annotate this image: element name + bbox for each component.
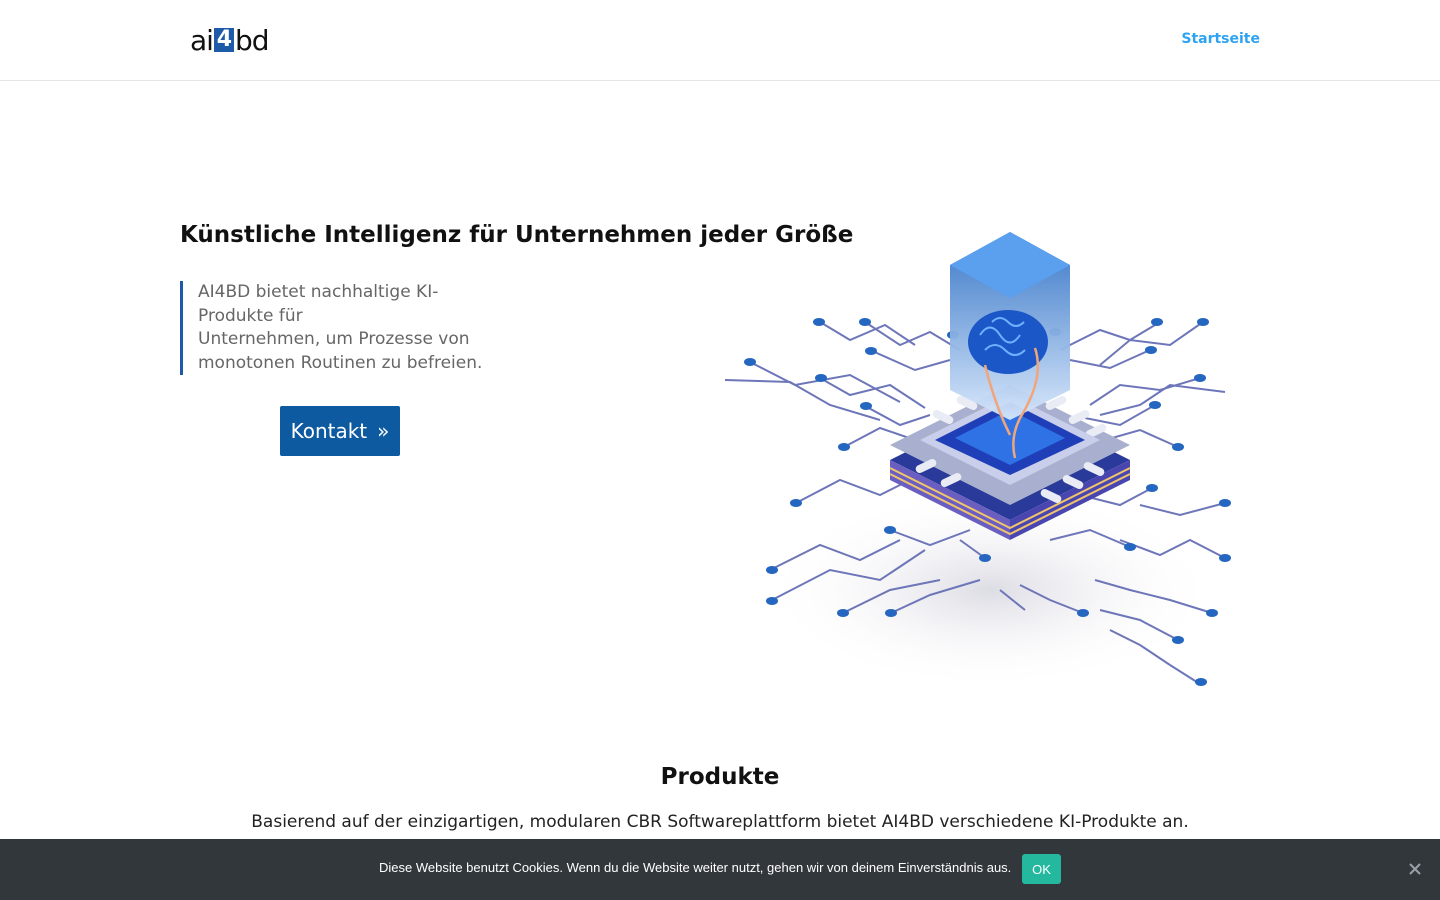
logo-text-bd: bd bbox=[234, 23, 270, 57]
hero-quote-line: AI4BD bietet nachhaltige KI- bbox=[198, 282, 439, 302]
double-chevron-right-icon: » bbox=[377, 419, 390, 443]
close-icon[interactable] bbox=[1405, 859, 1425, 879]
ai-chip-illustration bbox=[724, 122, 1231, 690]
hero-quote-line: monotonen Routinen zu befreien. bbox=[198, 352, 483, 373]
hero-quote: AI4BD bietet nachhaltige KI- Produkte fü… bbox=[180, 281, 498, 375]
contact-button-label: Kontakt bbox=[290, 419, 368, 443]
products-title: Produkte bbox=[660, 764, 780, 790]
logo-text-4: 4 bbox=[213, 28, 234, 52]
cookie-banner: Diese Website benutzt Cookies. Wenn du d… bbox=[0, 839, 1440, 900]
site-logo[interactable]: ai 4 bd bbox=[190, 23, 270, 57]
hero-quote-line: Produkte für bbox=[198, 305, 303, 326]
cookie-notice-text: Diese Website benutzt Cookies. Wenn du d… bbox=[379, 860, 1012, 875]
cookie-accept-button[interactable]: OK bbox=[1022, 854, 1061, 884]
contact-button[interactable]: Kontakt » bbox=[280, 406, 400, 456]
products-description: Basierend auf der einzigartigen, modular… bbox=[251, 812, 1189, 832]
logo-text-ai: ai bbox=[190, 23, 214, 57]
nav-link-startseite[interactable]: Startseite bbox=[1181, 31, 1260, 47]
site-header: ai 4 bd Startseite bbox=[0, 0, 1440, 81]
hero-quote-line: Unternehmen, um Prozesse von bbox=[198, 329, 470, 349]
